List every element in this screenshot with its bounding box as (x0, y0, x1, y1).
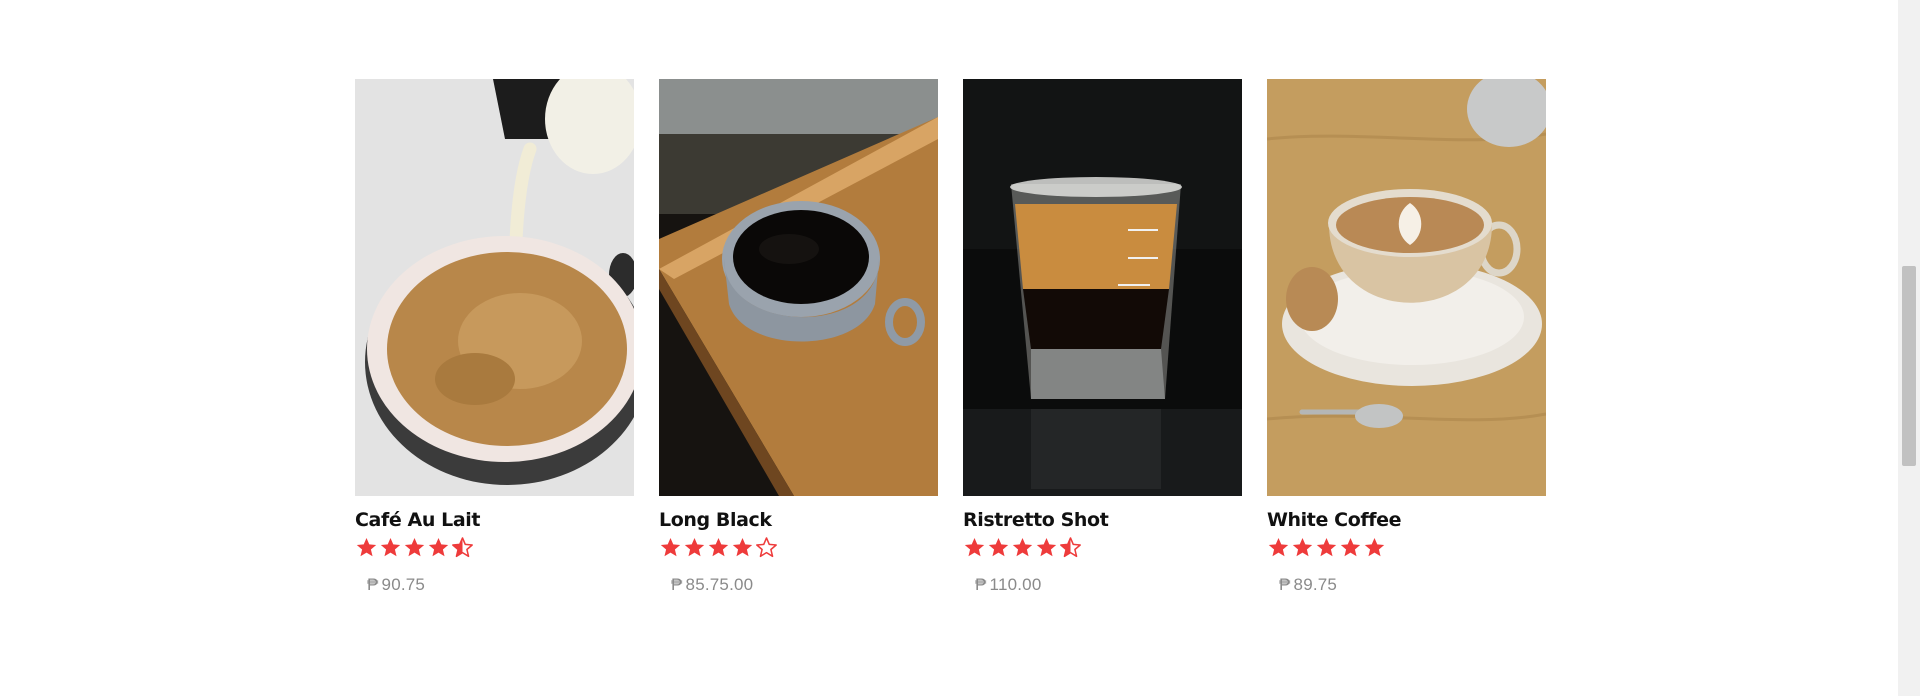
star-full-icon (1268, 537, 1289, 557)
star-full-icon (1012, 537, 1033, 557)
star-full-icon (732, 537, 753, 557)
star-full-icon (1340, 537, 1361, 557)
product-card[interactable]: Café Au Lait ₱ 90.75 (355, 79, 634, 595)
product-image-cafe-au-lait[interactable] (355, 79, 634, 496)
price-value: 90.75 (381, 575, 426, 594)
product-name[interactable]: Long Black (659, 508, 938, 532)
star-full-icon (404, 537, 425, 557)
star-full-icon (380, 537, 401, 557)
star-full-icon (988, 537, 1009, 557)
vertical-scrollbar[interactable] (1898, 0, 1920, 696)
star-full-icon (660, 537, 681, 557)
product-price: ₱ 85.75.00 (671, 575, 938, 595)
scrollbar-thumb[interactable] (1902, 266, 1916, 466)
star-full-icon (1036, 537, 1057, 557)
price-value: 110.00 (989, 575, 1042, 594)
product-name[interactable]: Ristretto Shot (963, 508, 1242, 532)
star-full-icon (1292, 537, 1313, 557)
star-full-icon (964, 537, 985, 557)
star-full-icon (356, 537, 377, 557)
product-card[interactable]: Ristretto Shot ₱ 110.00 (963, 79, 1242, 595)
star-full-icon (1316, 537, 1337, 557)
product-image-long-black[interactable] (659, 79, 938, 496)
product-card[interactable]: Long Black ₱ 85.75.00 (659, 79, 938, 595)
rating-stars (1267, 536, 1546, 558)
price-value: 89.75 (1293, 575, 1338, 594)
product-price: ₱ 110.00 (975, 575, 1242, 595)
product-card[interactable]: White Coffee ₱ 89.75 (1267, 79, 1546, 595)
product-price: ₱ 90.75 (367, 575, 634, 595)
rating-stars (355, 536, 634, 558)
star-empty-icon (756, 537, 777, 558)
product-image-white-coffee[interactable] (1267, 79, 1546, 496)
price-value: 85.75.00 (685, 575, 754, 594)
product-grid: Café Au Lait ₱ 90.75 Long Black ₱ 85.75.… (355, 79, 1546, 595)
product-name[interactable]: White Coffee (1267, 508, 1546, 532)
product-image-ristretto-shot[interactable] (963, 79, 1242, 496)
star-full-icon (684, 537, 705, 557)
rating-stars (659, 536, 938, 558)
star-full-icon (708, 537, 729, 557)
currency-symbol: ₱ (975, 575, 987, 594)
star-full-icon (428, 537, 449, 557)
currency-symbol: ₱ (1279, 575, 1291, 594)
rating-stars (963, 536, 1242, 558)
star-half-icon (1060, 537, 1081, 558)
currency-symbol: ₱ (367, 575, 379, 594)
product-price: ₱ 89.75 (1279, 575, 1546, 595)
currency-symbol: ₱ (671, 575, 683, 594)
product-name[interactable]: Café Au Lait (355, 508, 634, 532)
star-full-icon (1364, 537, 1385, 557)
star-half-icon (452, 537, 473, 558)
page: Café Au Lait ₱ 90.75 Long Black ₱ 85.75.… (0, 0, 1898, 696)
